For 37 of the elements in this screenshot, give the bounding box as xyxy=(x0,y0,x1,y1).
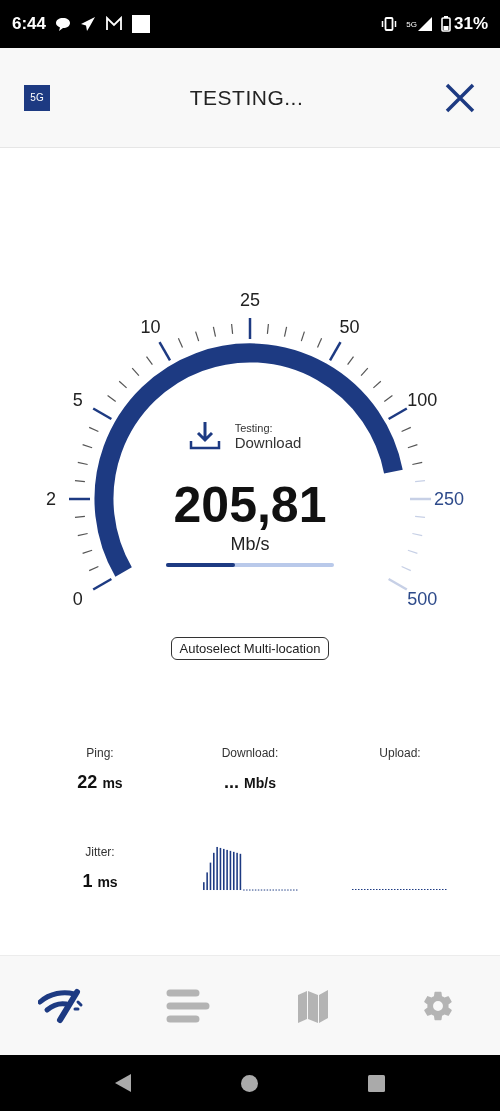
network-type: 5G xyxy=(406,19,417,29)
result-value: ... Mb/s xyxy=(224,772,276,793)
scale-label: 25 xyxy=(240,290,260,310)
speed-value: 205,81 xyxy=(173,478,327,532)
vibrate-icon xyxy=(381,17,398,31)
result-label: Ping: xyxy=(86,746,114,760)
scale-label: 500 xyxy=(407,588,438,609)
mail-icon xyxy=(105,16,124,32)
scale-label: 2 xyxy=(46,489,56,509)
scale-label: 5 xyxy=(72,389,83,410)
recents-button[interactable] xyxy=(368,1074,385,1092)
scale-label: 0 xyxy=(72,588,83,609)
speed-unit: Mb/s xyxy=(230,534,270,555)
battery-level: 31% xyxy=(453,14,488,34)
server-button[interactable]: Autoselect Multi-location xyxy=(170,637,330,660)
signal-icon xyxy=(417,17,432,31)
back-button[interactable] xyxy=(115,1074,131,1092)
battery-icon xyxy=(440,16,451,32)
chat-icon xyxy=(55,16,72,32)
scale-label: 10 xyxy=(140,316,161,337)
scale-label: 100 xyxy=(407,389,438,410)
clock: 6:44 xyxy=(12,14,47,34)
result-label: Download: xyxy=(221,746,279,760)
send-icon xyxy=(80,16,97,32)
scale-label: 250 xyxy=(434,489,464,509)
download-icon xyxy=(188,421,221,451)
testing-label: Testing: xyxy=(234,421,274,434)
home-button[interactable] xyxy=(241,1074,258,1092)
result-value: 1 ms xyxy=(82,871,118,892)
result-label: Jitter: xyxy=(85,845,115,859)
scale-label: 50 xyxy=(339,316,360,337)
square-icon xyxy=(132,15,151,33)
screen-title: TESTING... xyxy=(188,85,305,110)
result-label: Upload: xyxy=(379,746,421,760)
result-value: 22 ms xyxy=(77,772,123,793)
network-badge: 5G xyxy=(24,84,50,111)
testing-type: Download xyxy=(234,433,302,451)
